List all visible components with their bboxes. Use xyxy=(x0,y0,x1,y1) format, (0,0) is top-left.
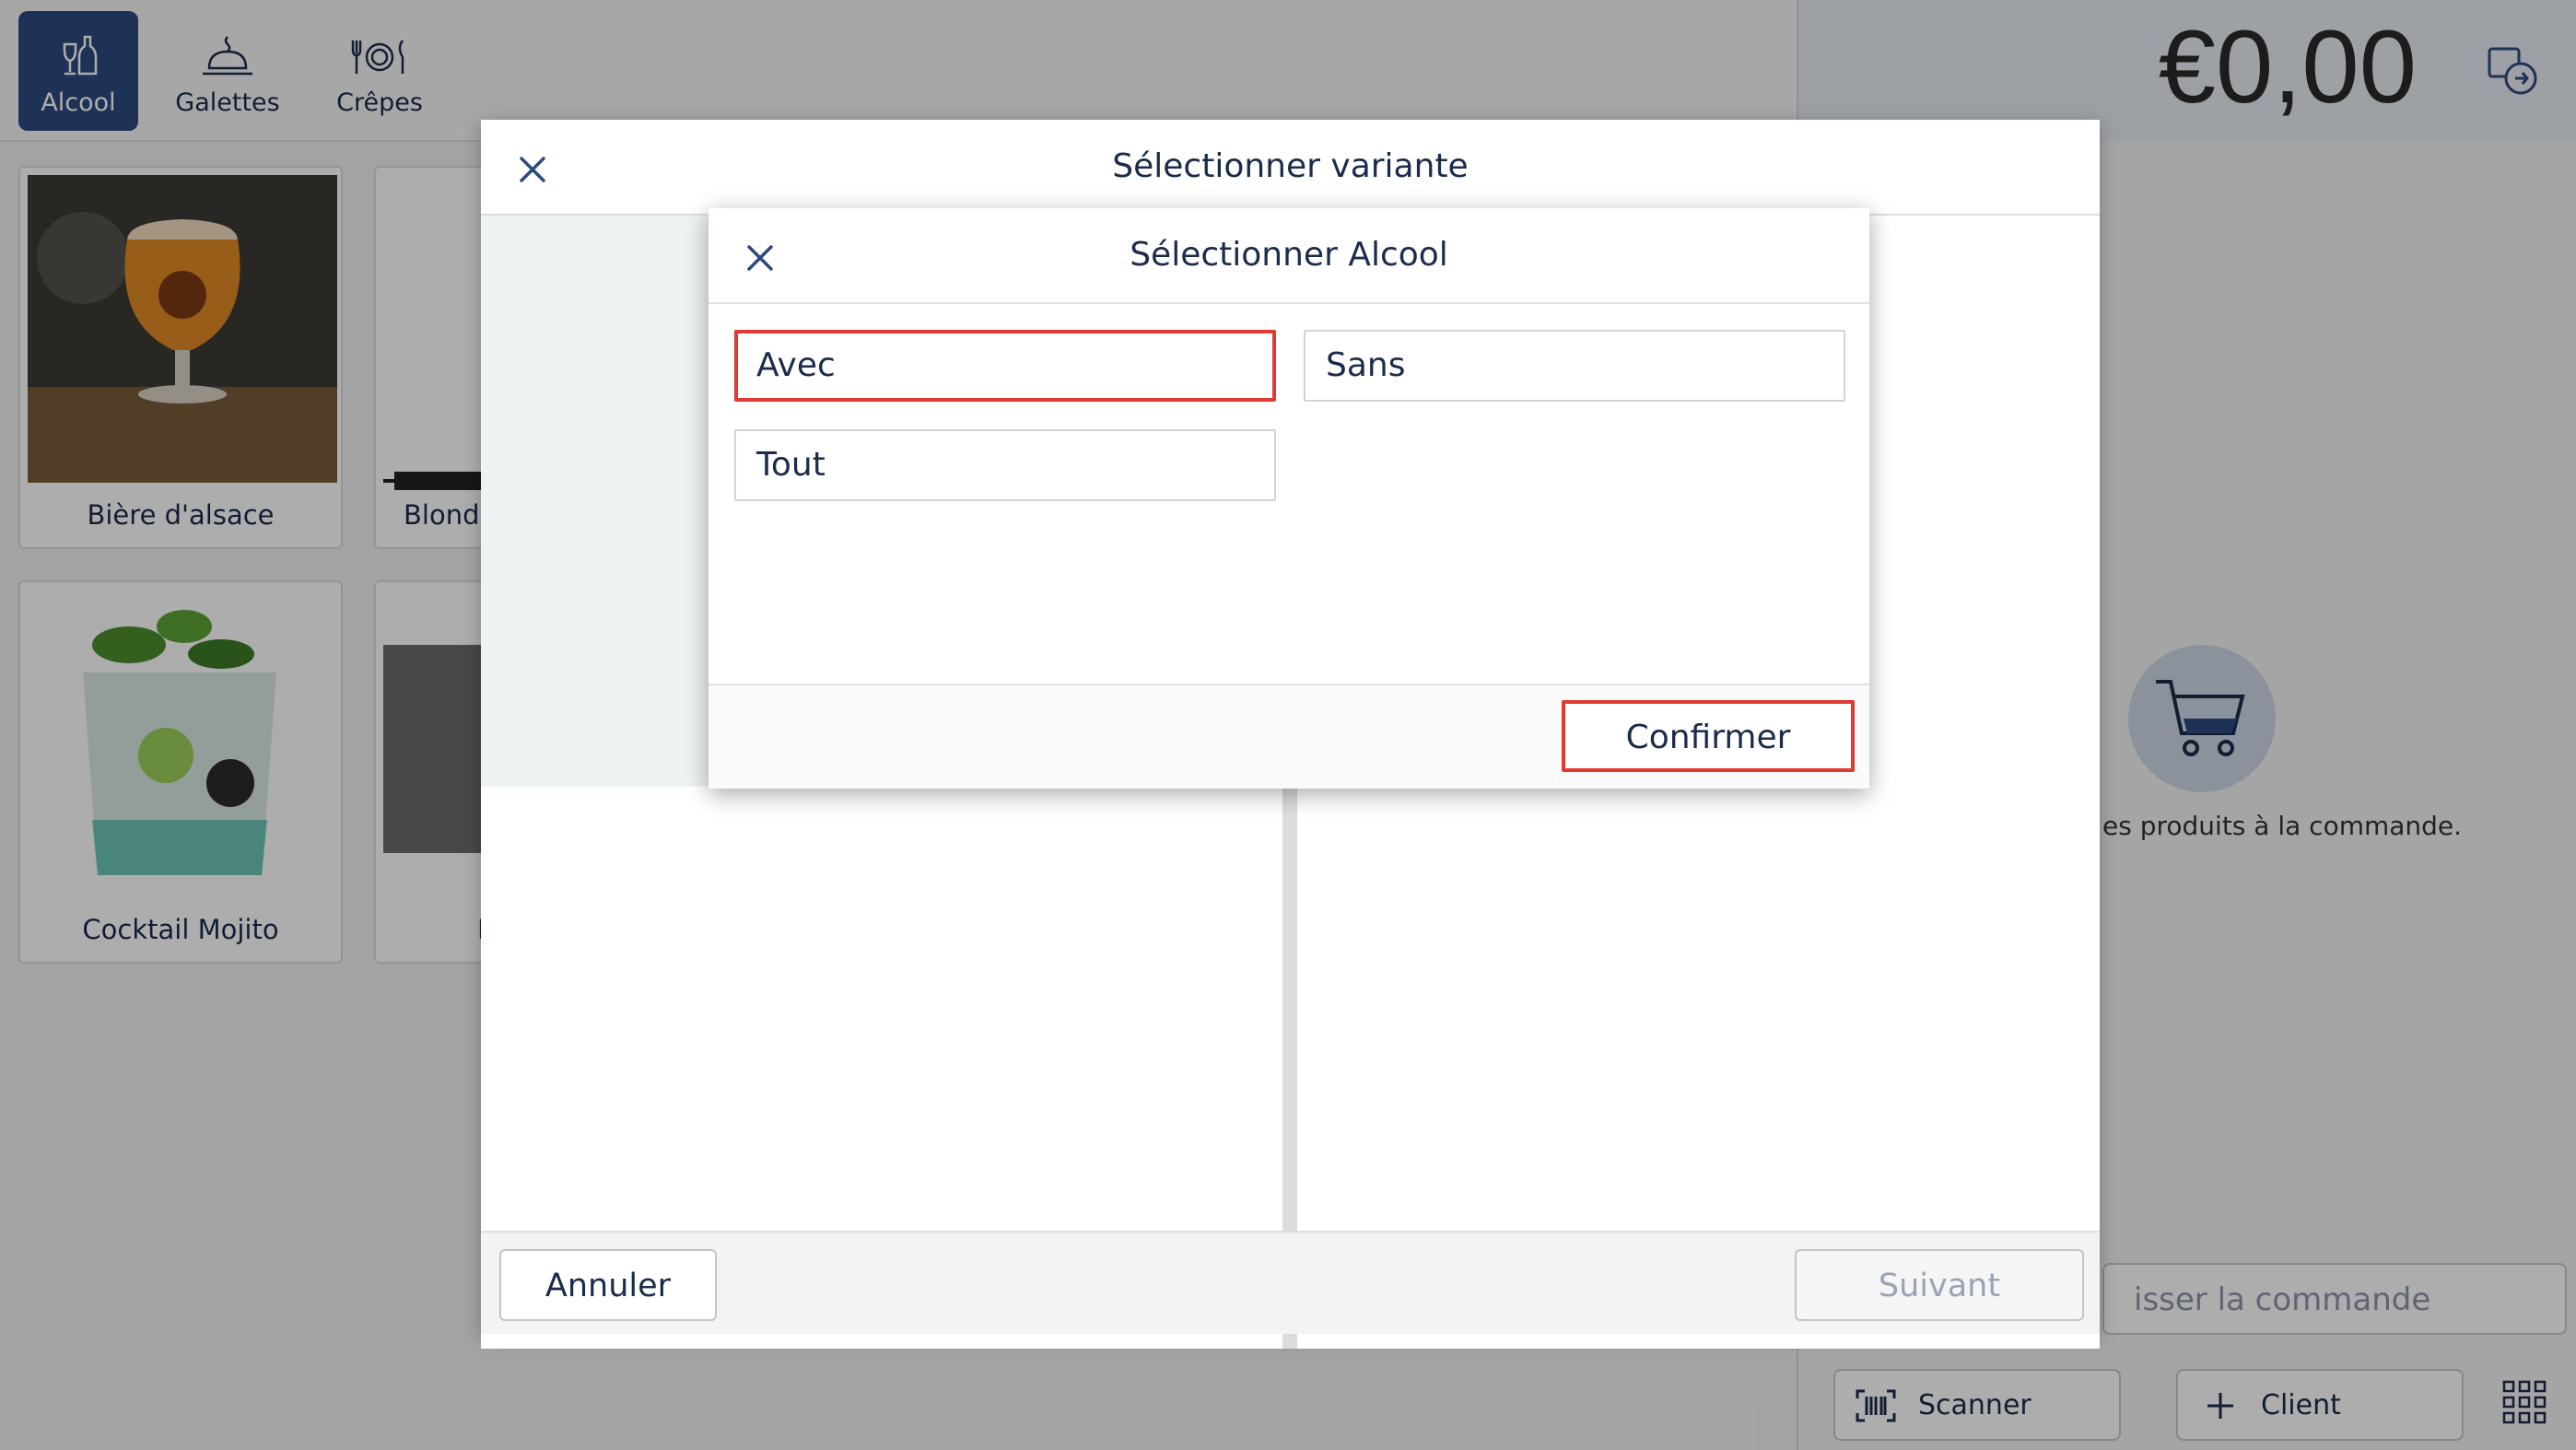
alcool-dialog-title: Sélectionner Alcool xyxy=(1130,236,1448,274)
confirm-label: Confirmer xyxy=(1625,719,1791,756)
variant-modal-header: Sélectionner variante xyxy=(481,120,2100,216)
select-alcool-dialog: Sélectionner Alcool Avec Sans Tout Confi… xyxy=(708,208,1869,789)
option-label: Tout xyxy=(756,446,825,484)
option-label: Avec xyxy=(756,346,836,384)
option-avec-button[interactable]: Avec xyxy=(734,330,1276,402)
next-button[interactable]: Suivant xyxy=(1795,1249,2084,1321)
option-sans-button[interactable]: Sans xyxy=(1304,330,1845,402)
confirm-button[interactable]: Confirmer xyxy=(1562,700,1855,772)
cancel-button[interactable]: Annuler xyxy=(499,1249,717,1321)
next-label: Suivant xyxy=(1878,1268,2001,1304)
variant-modal-title: Sélectionner variante xyxy=(1112,147,1469,185)
option-tout-button[interactable]: Tout xyxy=(734,429,1276,501)
alcool-dialog-header: Sélectionner Alcool xyxy=(708,208,1869,304)
cancel-label: Annuler xyxy=(544,1268,672,1304)
option-label: Sans xyxy=(1326,346,1406,384)
